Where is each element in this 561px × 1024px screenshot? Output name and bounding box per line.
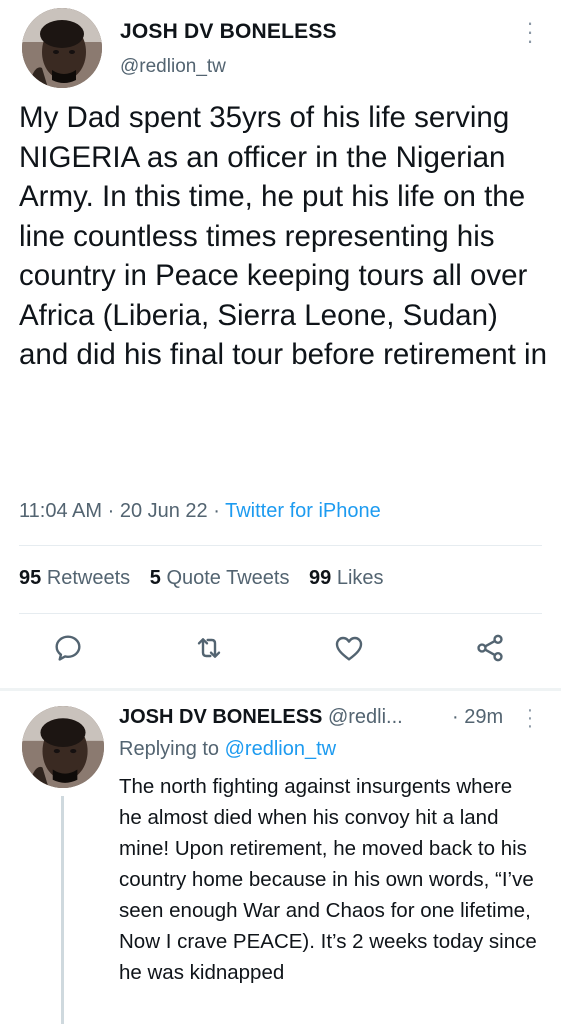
- quote-count: 5: [149, 567, 161, 589]
- replying-to: Replying to @redlion_tw: [119, 738, 336, 761]
- tweet-text: My Dad spent 35yrs of his life serving N…: [19, 101, 548, 371]
- likes-stat[interactable]: 99 Likes: [309, 567, 384, 589]
- likes-label: Likes: [336, 567, 384, 589]
- tweet-date: 20 Jun 22: [119, 500, 208, 522]
- reply-header: JOSH DV BONELESS @redli...: [119, 706, 403, 729]
- more-options-icon[interactable]: · · ·: [520, 12, 540, 52]
- tweet-source-link[interactable]: Twitter for iPhone: [225, 500, 381, 522]
- retweets-stat[interactable]: 95 Retweets: [19, 567, 130, 589]
- retweet-button[interactable]: [193, 632, 225, 668]
- author-handle[interactable]: @redlion_tw: [120, 56, 226, 78]
- meta-dot: ·: [213, 500, 220, 522]
- like-icon: [335, 636, 363, 661]
- quote-tweets-stat[interactable]: 5 Quote Tweets: [150, 567, 290, 589]
- thread-line: [61, 796, 64, 1024]
- avatar-photo: [22, 706, 104, 788]
- divider: [19, 545, 542, 546]
- reply-author-handle[interactable]: @redli...: [328, 706, 403, 728]
- quote-label: Quote Tweets: [166, 567, 290, 589]
- retweets-label: Retweets: [46, 567, 131, 589]
- author-name[interactable]: JOSH DV BONELESS: [120, 20, 337, 44]
- more-options-icon[interactable]: · · ·: [522, 700, 538, 736]
- retweets-count: 95: [19, 567, 42, 589]
- share-button[interactable]: [474, 632, 506, 668]
- reply-author-avatar[interactable]: [22, 706, 104, 788]
- retweet-icon: [197, 638, 221, 658]
- author-avatar[interactable]: [22, 8, 102, 88]
- replying-mention-link[interactable]: @redlion_tw: [225, 738, 336, 760]
- tweet-stats: 95 Retweets 5 Quote Tweets 99 Likes: [19, 567, 398, 590]
- tweet-meta: 11:04 AM · 20 Jun 22 · Twitter for iPhon…: [19, 500, 381, 523]
- reply-icon: [55, 635, 81, 661]
- reply-text: The north fighting against insurgents wh…: [119, 775, 537, 984]
- reply-button[interactable]: [52, 632, 84, 668]
- divider: [19, 613, 542, 614]
- section-separator: [0, 688, 561, 691]
- likes-count: 99: [309, 567, 332, 589]
- reply-time[interactable]: · 29m: [452, 706, 503, 729]
- avatar-photo: [22, 8, 102, 88]
- like-button[interactable]: [333, 632, 365, 668]
- meta-dot: ·: [107, 500, 115, 522]
- replying-prefix: Replying to: [119, 738, 220, 760]
- share-icon: [477, 634, 503, 662]
- tweet-time: 11:04 AM: [19, 500, 103, 522]
- reply-author-name[interactable]: JOSH DV BONELESS: [119, 706, 322, 728]
